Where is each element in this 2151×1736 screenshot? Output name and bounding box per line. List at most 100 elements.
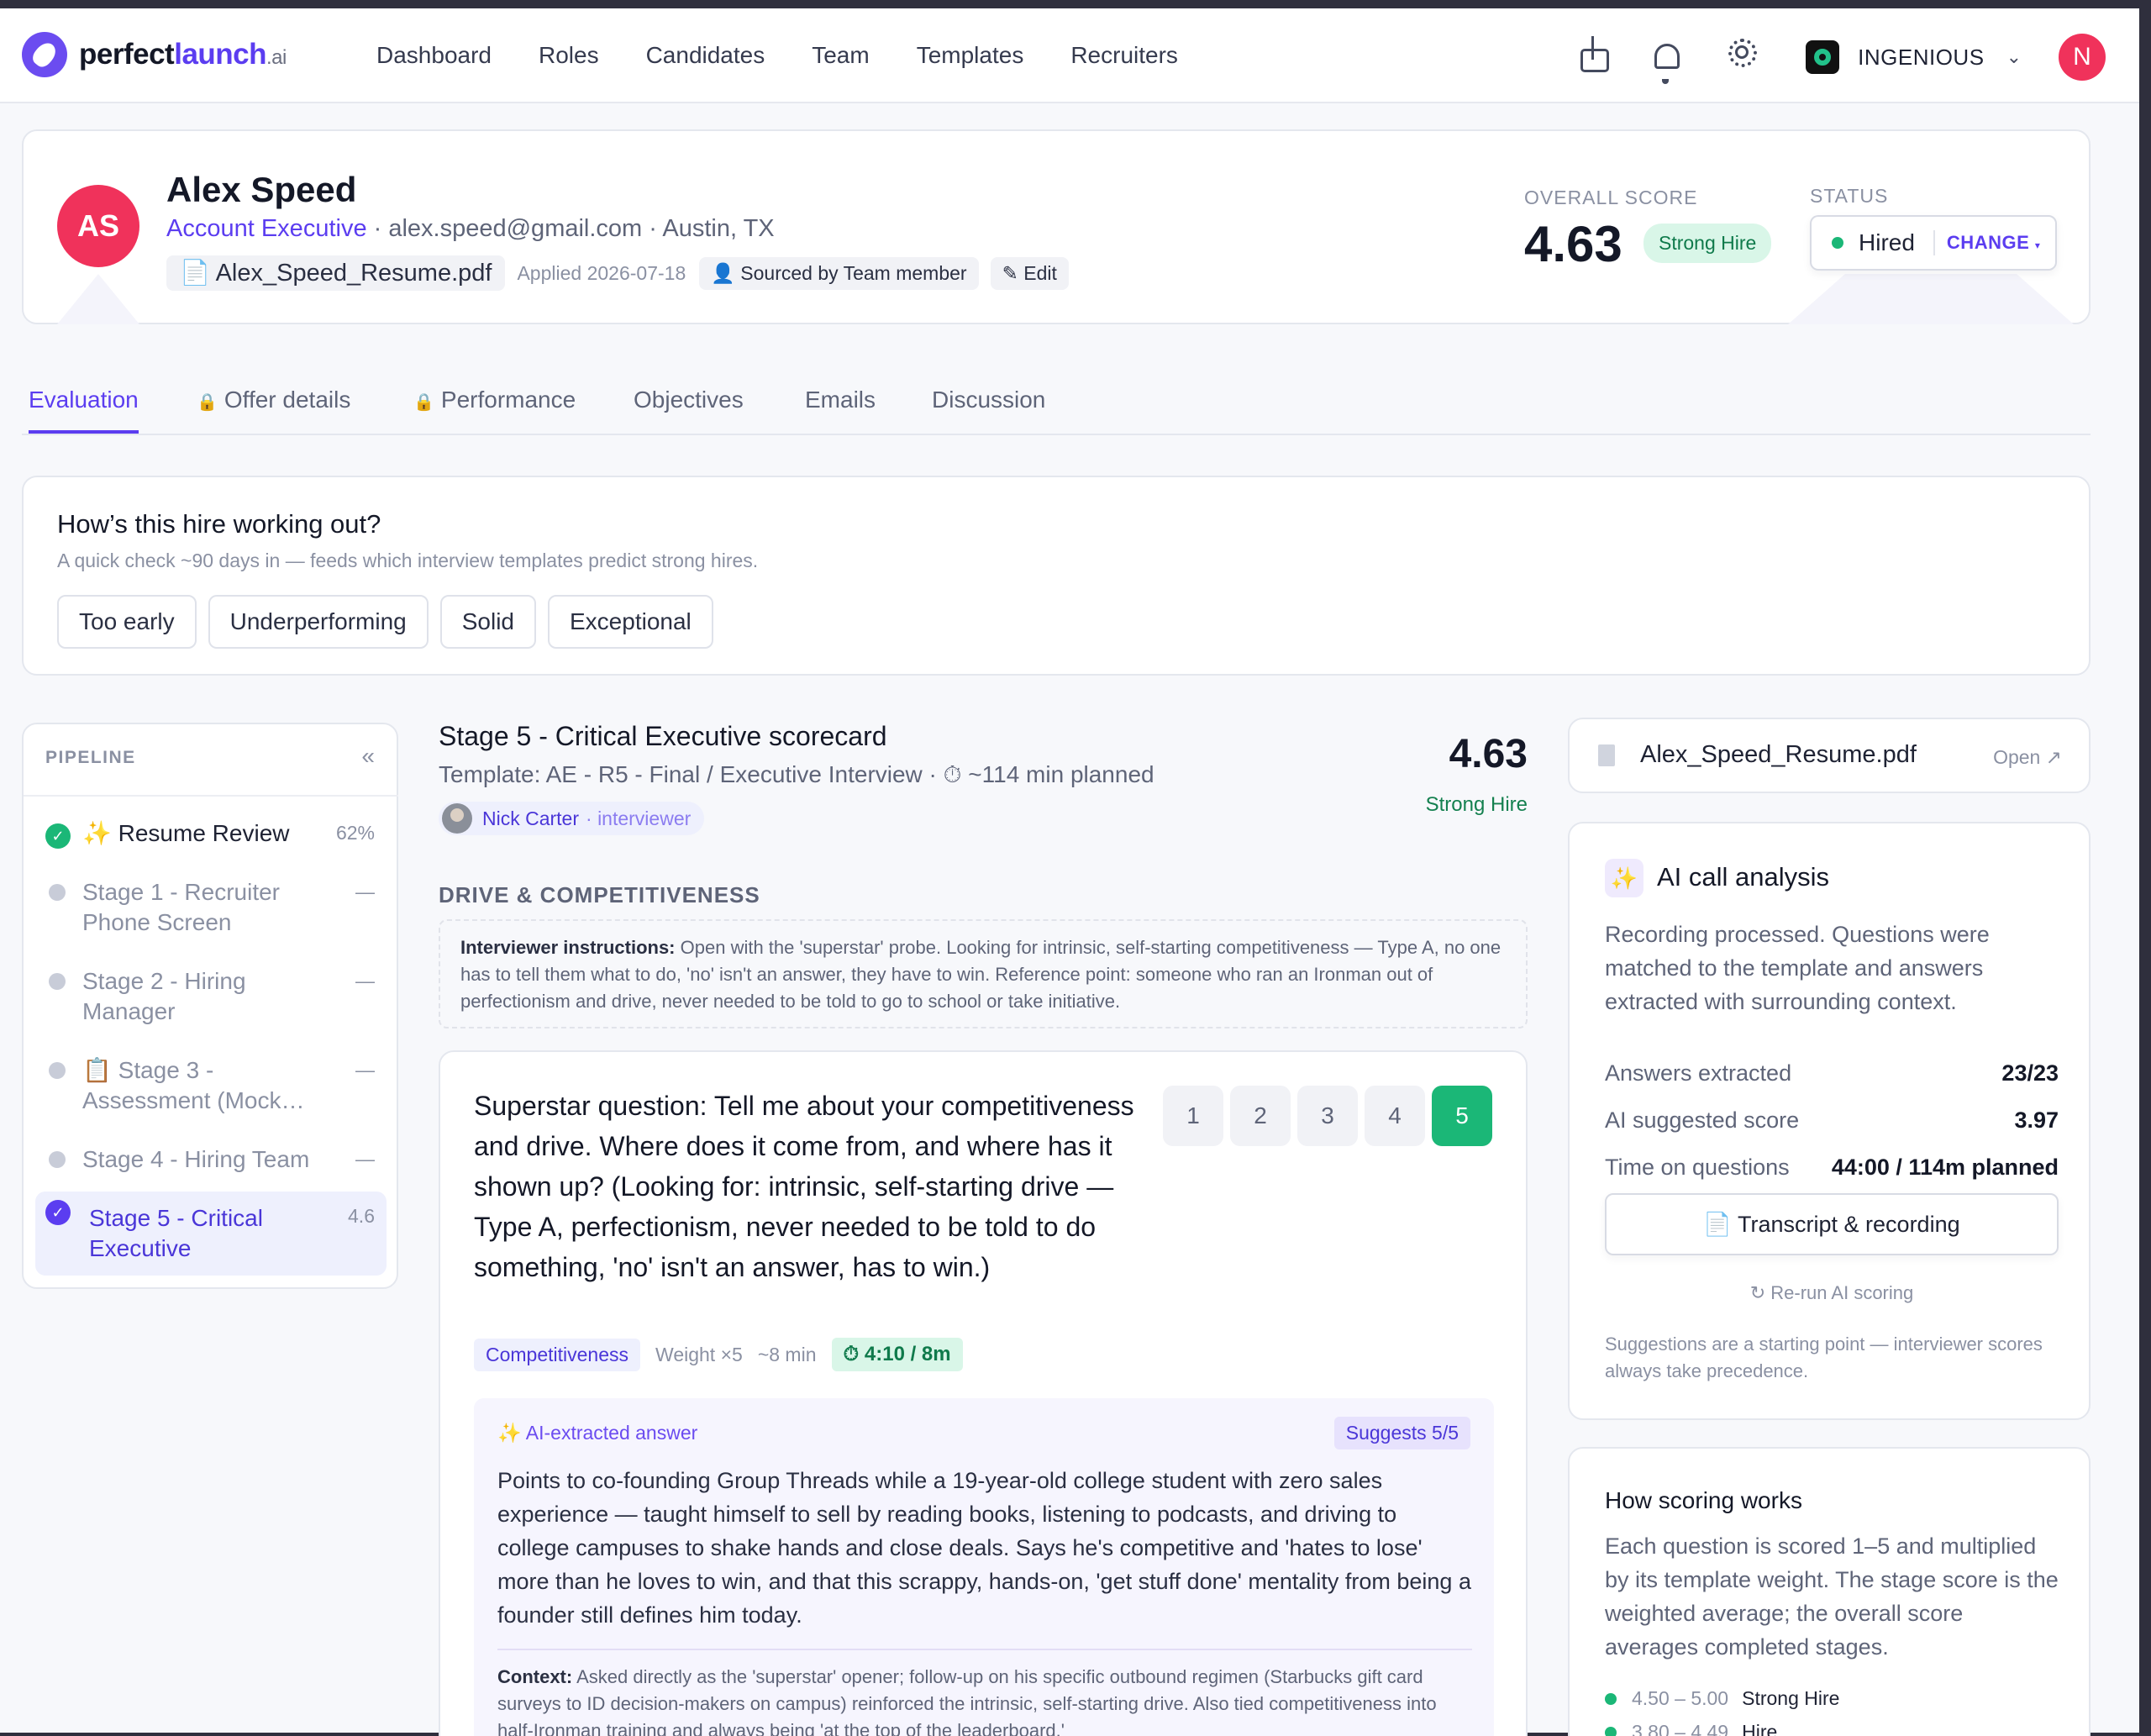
ai-call-title: AI call analysis	[1657, 862, 1830, 892]
bell-icon[interactable]	[1654, 39, 1691, 76]
brand-logo[interactable]: perfectlaunch.ai	[22, 32, 287, 77]
edit-button[interactable]: ✎ Edit	[990, 256, 1069, 290]
ai-note: Suggestions are a starting point — inter…	[1605, 1334, 2043, 1381]
change-status-button[interactable]: CHANGE ▾	[1947, 232, 2041, 254]
nav-link-templates[interactable]: Templates	[917, 42, 1024, 69]
rocket-icon	[22, 32, 67, 77]
pending-dot-icon	[49, 1151, 66, 1168]
tab-offer-details[interactable]: 🔒 Offer details	[197, 387, 350, 430]
org-name: INGENIOUS	[1858, 44, 1985, 70]
pencil-icon: ✎	[1002, 261, 1024, 284]
competency-tag: Competitiveness	[474, 1338, 641, 1371]
nav-link-dashboard[interactable]: Dashboard	[376, 42, 492, 69]
pipeline-stage-resume-review[interactable]: ✓ ✨ Resume Review 62%	[35, 818, 387, 852]
pipeline-stage-2[interactable]: Stage 2 - Hiring Manager —	[35, 966, 387, 1027]
stat-row: AI suggested score 3.97	[1605, 1107, 2059, 1133]
option-solid[interactable]: Solid	[439, 595, 536, 649]
rating-4-button[interactable]: 4	[1365, 1086, 1425, 1146]
interviewer-chip[interactable]: Nick Carter · interviewer	[439, 802, 705, 835]
pipeline-stage-3[interactable]: 📋 Stage 3 - Assessment (Mock… —	[35, 1055, 387, 1116]
how-scoring-description: Each question is scored 1–5 and multipli…	[1605, 1533, 2059, 1660]
rating-2-button[interactable]: 2	[1230, 1086, 1291, 1146]
ai-call-description: Recording processed. Questions were matc…	[1605, 922, 1990, 1014]
pipeline-stage-score: 62%	[335, 822, 375, 844]
ai-answer-text: Points to co-founding Group Threads whil…	[497, 1468, 1471, 1628]
hire-check-card: How’s this hire working out? A quick che…	[22, 476, 2091, 676]
status-dot	[1832, 237, 1843, 249]
applied-date: Applied 2026-07-18	[517, 261, 686, 284]
pending-dot-icon	[49, 1062, 66, 1079]
avatar-shadow	[57, 274, 139, 324]
nav-link-recruiters[interactable]: Recruiters	[1070, 42, 1178, 69]
nav-link-roles[interactable]: Roles	[539, 42, 599, 69]
rerun-ai-scoring-button[interactable]: ↻ Re-run AI scoring	[1605, 1282, 2059, 1304]
tab-evaluation[interactable]: Evaluation	[29, 387, 139, 434]
gear-icon[interactable]	[1728, 39, 1765, 76]
interviewer-instructions: Interviewer instructions: Open with the …	[439, 919, 1528, 1028]
stat-row: Answers extracted 23/23	[1605, 1060, 2059, 1086]
rating-buttons: 1 2 3 4 5	[1163, 1086, 1499, 1146]
nav-link-candidates[interactable]: Candidates	[646, 42, 765, 69]
org-logo	[1806, 40, 1840, 74]
option-exceptional[interactable]: Exceptional	[548, 595, 713, 649]
status-selector[interactable]: Hired CHANGE ▾	[1810, 215, 2057, 271]
status-label: STATUS	[1810, 185, 1889, 207]
pipeline-stage-label: Stage 2 - Hiring Manager	[82, 968, 246, 1024]
sparkle-icon: ✨	[1605, 859, 1643, 897]
lock-icon: 🔒	[197, 393, 218, 412]
sourced-chip: 👤 Sourced by Team member	[699, 256, 979, 290]
candidate-meta: 📄 Alex_Speed_Resume.pdf Applied 2026-07-…	[166, 255, 1081, 291]
resume-chip[interactable]: 📄 Alex_Speed_Resume.pdf	[166, 255, 506, 291]
legend-dot	[1605, 1692, 1617, 1705]
top-nav: perfectlaunch.ai Dashboard Roles Candida…	[0, 8, 2139, 103]
transcript-recording-button[interactable]: 📄 Transcript & recording	[1605, 1193, 2059, 1255]
rating-3-button[interactable]: 3	[1297, 1086, 1358, 1146]
open-resume-link[interactable]: Open ↗	[1993, 746, 2062, 769]
collapse-icon[interactable]: «	[361, 743, 375, 770]
rating-5-button[interactable]: 5	[1432, 1086, 1492, 1146]
tab-objectives[interactable]: Objectives	[634, 387, 744, 430]
tab-discussion[interactable]: Discussion	[932, 387, 1045, 430]
rating-1-button[interactable]: 1	[1163, 1086, 1223, 1146]
pipeline-stage-label: ✨ Resume Review	[82, 820, 290, 846]
user-avatar[interactable]: N	[2059, 34, 2106, 81]
candidate-role[interactable]: Account Executive	[166, 215, 367, 242]
overall-score-badge: Strong Hire	[1643, 224, 1772, 263]
pipeline-stage-5[interactable]: ✓ Stage 5 - Critical Executive 4.6	[35, 1192, 387, 1276]
resume-card[interactable]: Alex_Speed_Resume.pdf Open ↗	[1568, 718, 2091, 793]
score-legend-row: 4.50 – 5.00 Strong Hire	[1605, 1687, 1839, 1710]
caret-down-icon: ▾	[2034, 239, 2041, 251]
window-right-border	[2139, 8, 2151, 1736]
ai-answer-divider	[497, 1649, 1472, 1650]
tab-emails[interactable]: Emails	[805, 387, 876, 430]
gift-icon[interactable]	[1580, 39, 1617, 76]
pipeline-stage-label: 📋 Stage 3 - Assessment (Mock…	[82, 1057, 305, 1113]
pipeline-stage-label: Stage 5 - Critical Executive	[89, 1205, 263, 1261]
org-switcher[interactable]: INGENIOUS ⌄	[1806, 40, 2022, 74]
nav-link-team[interactable]: Team	[812, 42, 869, 69]
resume-file-name: Alex_Speed_Resume.pdf	[1640, 741, 1917, 768]
hire-check-title: How’s this hire working out?	[57, 509, 381, 539]
brand-name: perfectlaunch.ai	[79, 38, 287, 71]
pipeline-stage-score: —	[355, 970, 375, 992]
pipeline-stage-1[interactable]: Stage 1 - Recruiter Phone Screen —	[35, 877, 387, 938]
stage-template: Template: AE - R5 - Final / Executive In…	[439, 761, 1154, 787]
ai-answer-context: Context: Asked directly as the 'supersta…	[497, 1666, 1437, 1736]
tab-performance[interactable]: 🔒 Performance	[413, 387, 576, 430]
stage-score-label: Strong Hire	[1425, 793, 1528, 816]
pipeline-stage-score: —	[355, 1059, 375, 1081]
how-scoring-works-card: How scoring works Each question is score…	[1568, 1447, 2091, 1736]
pipeline-stage-4[interactable]: Stage 4 - Hiring Team —	[35, 1144, 387, 1178]
question-meta: Competitiveness Weight ×5 ~8 min ⏱ 4:10 …	[474, 1338, 963, 1371]
status-divider	[1933, 230, 1935, 255]
chevron-down-icon: ⌄	[2006, 46, 2022, 67]
option-too-early[interactable]: Too early	[57, 595, 197, 649]
candidate-subtitle: Account Executive · alex.speed@gmail.com…	[166, 215, 775, 243]
overall-score-value: 4.63	[1524, 216, 1622, 272]
option-underperforming[interactable]: Underperforming	[208, 595, 429, 649]
interviewer-role: · interviewer	[586, 807, 692, 829]
candidate-avatar: AS	[57, 185, 139, 267]
question-weight: Weight ×5	[655, 1343, 743, 1365]
check-icon: ✓	[45, 823, 71, 849]
document-icon	[1598, 744, 1615, 766]
